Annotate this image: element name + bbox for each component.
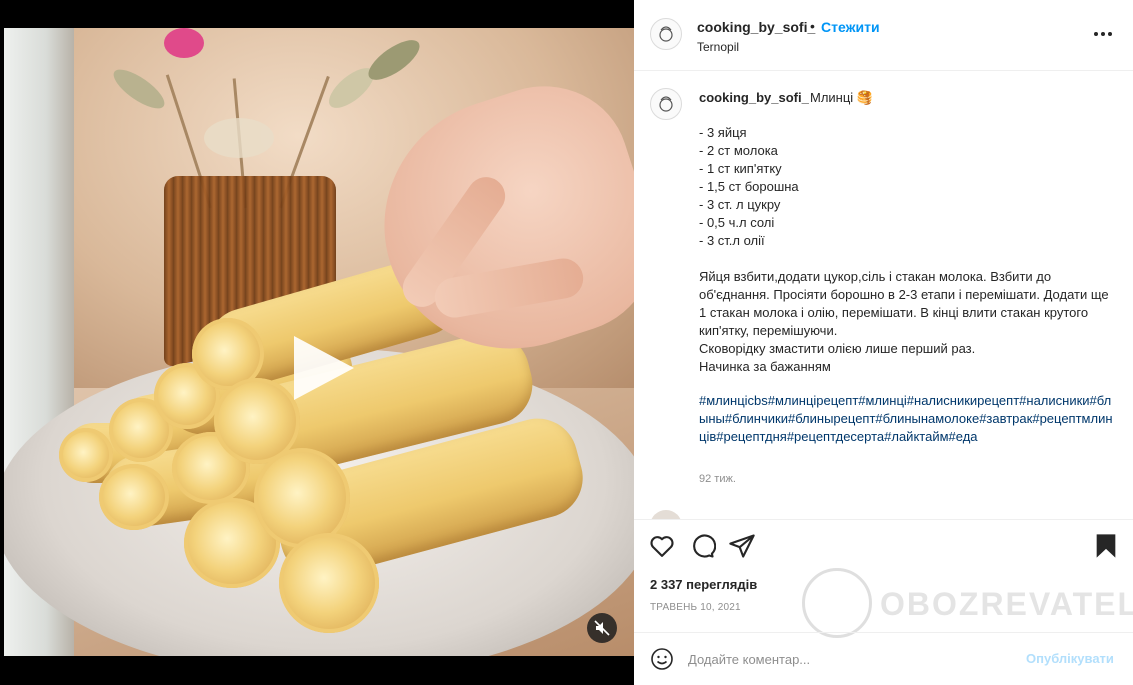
pancake-roll-end [59,428,113,482]
video-panel [0,0,634,685]
chef-avatar-icon [659,96,673,112]
ingredient-line: - 1,5 ст борошна [699,179,799,194]
pancake-roll-end [99,464,169,530]
caption-username[interactable]: cooking_by_sofi_ [699,90,809,105]
flower-plume [164,28,204,58]
heart-icon[interactable] [648,532,676,560]
ingredient-line: - 2 ст молока [699,143,778,158]
caption-body: - 3 яйця - 2 ст молока - 1 ст кип'ятку -… [699,124,1113,376]
speaker-muted-icon [594,620,610,636]
more-options-button[interactable] [1094,26,1114,42]
post-author-username[interactable]: cooking_by_sofi_ [697,19,815,35]
ingredient-line: - 3 ст.л олії [699,233,765,248]
hashtags[interactable]: #млинціcbs#млинцірецепт#млинці#налисники… [699,392,1113,446]
video-player[interactable] [4,28,634,656]
emoji-icon[interactable] [650,647,674,671]
mute-button[interactable] [587,613,617,643]
caption-avatar[interactable] [650,88,682,120]
next-comment-peek: ________ ____ [699,512,790,520]
comment-bar: Опублікувати [634,632,1133,685]
instruction-paragraph: Начинка за бажанням [699,359,831,374]
avatar[interactable] [650,18,682,50]
view-count[interactable]: 2 337 переглядів [650,577,757,592]
ingredient-line: - 3 яйця [699,125,747,140]
instruction-paragraph: Сковорідку змастити олією лише перший ра… [699,341,976,356]
watermark-logo-icon [802,568,872,638]
ingredient-line: - 0,5 ч.л солі [699,215,775,230]
follow-button[interactable]: Стежити [821,19,880,35]
watermark: OBOZREVATEL [802,568,1133,638]
more-dot [1101,32,1105,36]
instruction-paragraph: Яйця взбити,додати цукор,сіль і стакан м… [699,269,1109,338]
flower-plume [204,118,274,158]
play-button[interactable] [294,336,354,400]
chef-avatar-icon [659,26,673,42]
pancake-roll-end [279,533,379,633]
comment-icon[interactable] [688,532,716,560]
separator-dot: • [810,18,815,34]
comment-avatar[interactable] [650,510,682,519]
watermark-text: OBOZREVATEL [880,586,1133,622]
post-date: ТРАВЕНЬ 10, 2021 [650,602,741,613]
publish-button[interactable]: Опублікувати [1026,651,1114,666]
more-dot [1108,32,1112,36]
post-header: cooking_by_sofi_ • Стежити Ternopil [634,0,1133,71]
more-dot [1094,32,1098,36]
post-location[interactable]: Ternopil [697,40,739,54]
post-side-panel: cooking_by_sofi_ • Стежити Ternopil cook… [634,0,1133,685]
share-icon[interactable] [728,532,756,560]
comment-input[interactable] [688,647,1018,671]
caption-age: 92 тиж. [699,473,736,485]
caption-title: Млинці 🥞 [810,90,873,105]
ingredient-line: - 1 ст кип'ятку [699,161,782,176]
action-bar [634,532,1133,564]
bookmark-icon[interactable] [1092,532,1120,560]
comments-area[interactable]: cooking_by_sofi_ Млинці 🥞 - 3 яйця - 2 с… [634,72,1133,520]
ingredient-line: - 3 ст. л цукру [699,197,781,212]
